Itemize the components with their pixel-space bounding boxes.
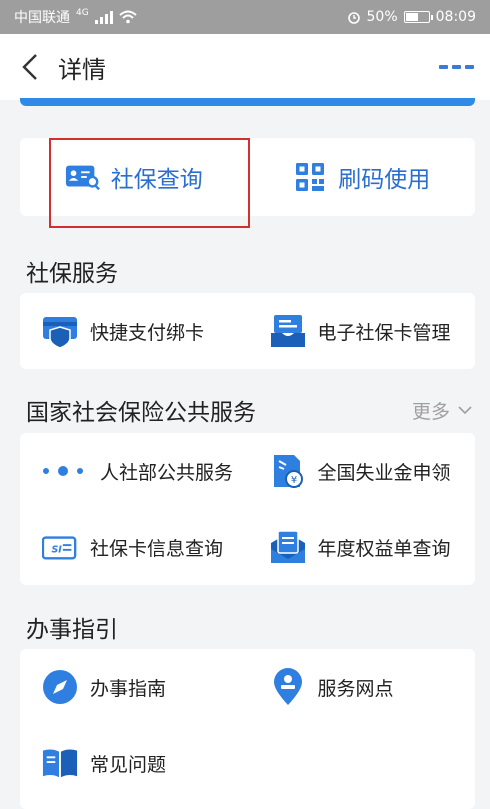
unemployment-benefit-item[interactable]: ¥ 全国失业金申领 [248,433,476,509]
si-card-icon: SI [42,529,78,565]
faq-item[interactable]: 常见问题 [20,725,248,801]
item-label: 人社部公共服务 [100,461,234,484]
item-label: 全国失业金申领 [317,461,451,484]
battery-percent: 50% [366,9,398,25]
envelope-document-icon [270,529,306,565]
social-security-card: 快捷支付绑卡 电子社保卡管理 [20,293,475,369]
more-label: 更多 [411,401,450,423]
alarm-icon [347,12,360,24]
quick-pay-bind-card-item[interactable]: 快捷支付绑卡 [20,293,248,369]
social-security-query-button[interactable]: 社保查询 [20,138,248,216]
chevron-down-icon [458,406,472,415]
card-manage-icon [270,313,306,349]
item-label: 快捷支付绑卡 [90,321,205,344]
section-title-social-security: 社保服务 [26,261,118,287]
quick-action-label: 刷码使用 [338,167,431,193]
si-card-info-query-item[interactable]: SI 社保卡信息查询 [20,509,248,585]
item-label: 电子社保卡管理 [317,321,451,344]
quick-action-label: 社保查询 [110,167,203,193]
dots-icon [42,453,88,489]
wifi-icon [119,10,137,24]
item-label: 年度权益单查询 [317,537,451,560]
signal-icon [94,10,113,24]
more-options-button[interactable] [439,65,474,69]
card-shield-icon [42,313,78,349]
back-button[interactable] [16,53,44,81]
chevron-left-icon [22,54,37,80]
item-label: 服务网点 [317,677,394,700]
mohrss-public-service-item[interactable]: 人社部公共服务 [20,433,248,509]
item-label: 常见问题 [90,753,167,776]
nav-bar: 详情 [0,34,490,100]
guide-card: 办事指南 服务网点 常见问题 [20,649,475,809]
clock: 08:09 [435,9,476,25]
annual-rights-statement-item[interactable]: 年度权益单查询 [248,509,476,585]
service-guide-item[interactable]: 办事指南 [20,649,248,725]
national-services-card: 人社部公共服务 ¥ 全国失业金申领 SI 社保卡信息查询 年度权益单查询 [20,433,475,585]
yuan-document-icon: ¥ [270,453,306,489]
e-card-manage-item[interactable]: 电子社保卡管理 [248,293,476,369]
quick-actions-card: 社保查询 刷码使用 [20,138,475,216]
carrier-label: 中国联通 [14,10,70,26]
network-type: 4G [76,8,89,18]
location-pin-icon [270,668,306,705]
scan-code-use-button[interactable]: 刷码使用 [248,138,476,216]
svg-text:¥: ¥ [290,475,296,486]
section-title-guide: 办事指引 [26,617,118,643]
id-card-search-icon [65,159,101,195]
section-title-national: 国家社会保险公共服务 [26,400,256,426]
page-title: 详情 [58,55,106,84]
battery-icon [403,11,433,23]
qr-code-icon [292,159,328,195]
more-link[interactable]: 更多 [412,397,472,424]
book-icon [42,745,78,781]
item-label: 社保卡信息查询 [90,537,224,560]
svg-text:SI: SI [51,545,62,556]
banner[interactable] [20,98,475,106]
status-bar: 中国联通 4G 50% 08:09 [0,0,490,34]
service-outlets-item[interactable]: 服务网点 [248,649,476,725]
compass-icon [42,669,78,705]
item-label: 办事指南 [90,677,167,700]
